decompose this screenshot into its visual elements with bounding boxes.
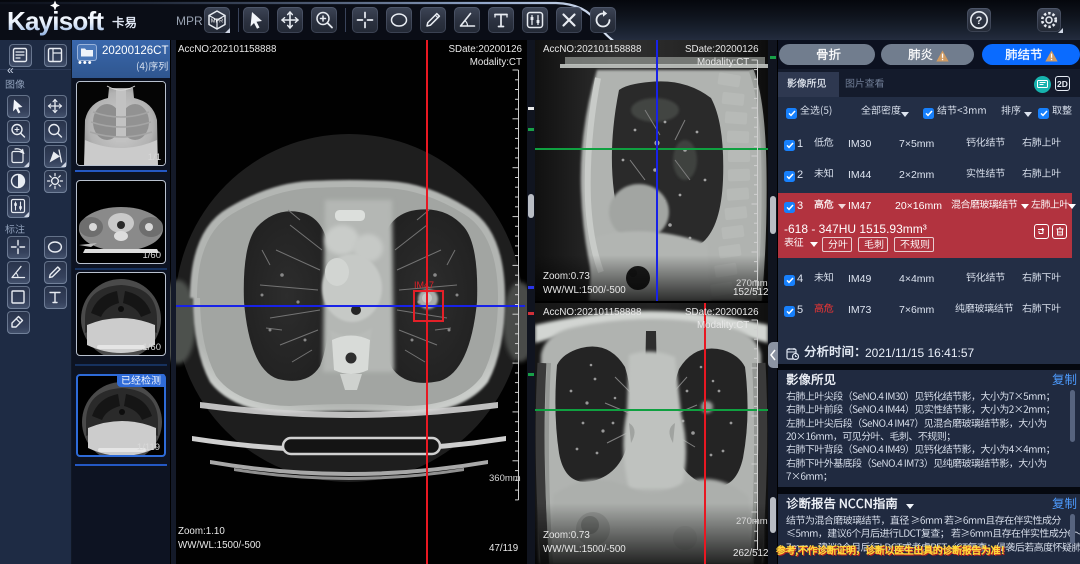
svg-text:MPR: MPR <box>211 19 223 25</box>
svg-text:Kayisoft: Kayisoft <box>7 6 104 36</box>
svg-text:?: ? <box>976 15 983 27</box>
